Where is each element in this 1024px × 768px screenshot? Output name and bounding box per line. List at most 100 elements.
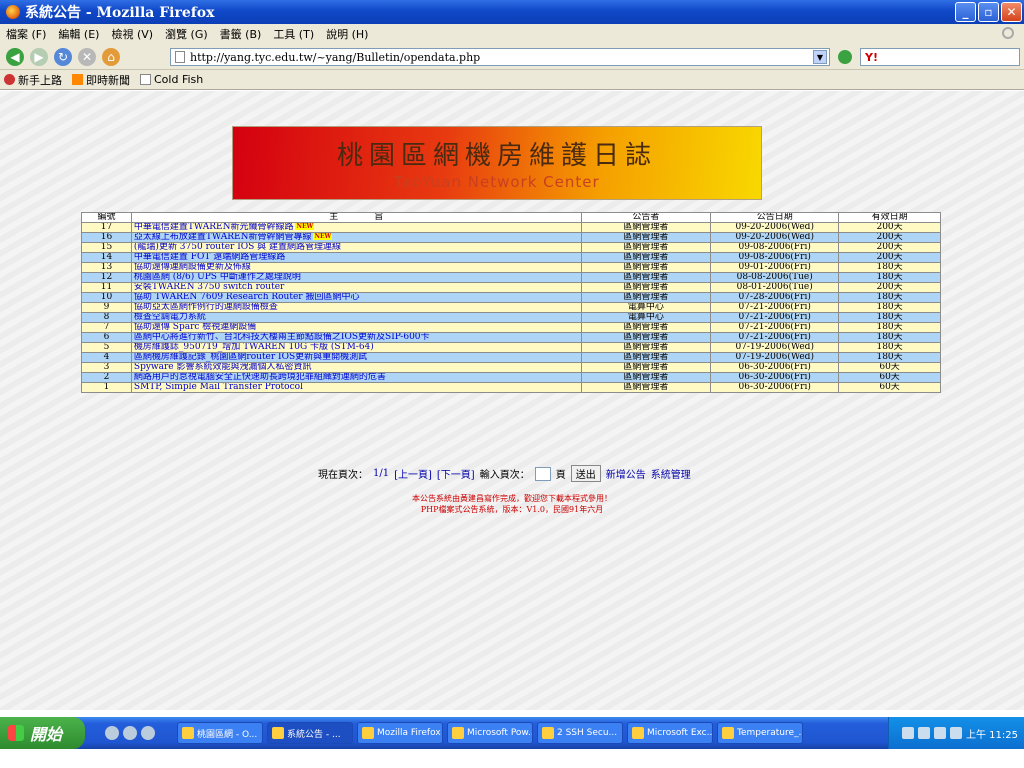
table-row: 3 Spyware 影響系統效能與洩漏個人私密資訊 區網管理者 06-30-2006(…	[81, 362, 941, 373]
row-number: 15	[81, 242, 132, 253]
row-author: 區網管理者	[580, 252, 712, 263]
search-box[interactable]: Y!	[860, 48, 1020, 66]
tray-keyboard-icon[interactable]	[902, 727, 914, 739]
row-valid: 200天	[838, 282, 941, 293]
next-page-link[interactable]: [下一頁]	[437, 466, 475, 481]
table-header-row: 編號 主 旨 公告者 公告日期 有效日期	[81, 212, 941, 223]
subject-link[interactable]: 協助遠傳連網設備更新及佈線	[134, 264, 251, 272]
task-app-icon	[362, 727, 374, 739]
row-number: 17	[81, 222, 132, 233]
admin-link[interactable]: 系統管理	[651, 466, 691, 481]
clock: 上午 11:25	[966, 729, 1018, 741]
row-valid: 60天	[838, 372, 941, 383]
start-button[interactable]: 開始	[0, 717, 85, 749]
menu-file[interactable]: 檔案 (F)	[6, 26, 46, 42]
back-icon[interactable]: ◀	[6, 47, 24, 66]
forward-icon[interactable]: ▶	[30, 47, 48, 66]
close-button[interactable]: ✕	[1001, 2, 1022, 22]
tray-help-icon[interactable]	[918, 727, 930, 739]
bookmark-cold-fish[interactable]: Cold Fish	[140, 73, 203, 86]
row-subject: 檢查空調電力系統	[130, 312, 582, 323]
stop-icon[interactable]: ✕	[78, 47, 96, 66]
maximize-button[interactable]: ▫	[978, 2, 999, 22]
header-date: 公告日期	[710, 212, 840, 223]
menu-tools[interactable]: 工具 (T)	[273, 26, 314, 42]
quick-launch-icon[interactable]	[123, 726, 137, 740]
row-author: 區網管理者	[580, 292, 712, 303]
row-subject: 中華電信建置 FOT 遠端網路管理線路	[130, 252, 582, 263]
row-subject: 協助亞太區網作例行的連網設備檢查	[130, 302, 582, 313]
table-row: 6 區網中心將進行新竹、台北科技大樓兩主節點設備之IOS更新及SIP-600卡 區網…	[81, 332, 941, 343]
subject-link[interactable]: 中華電信建置TWAREN新光纖骨幹線路	[134, 224, 294, 232]
tray-network-icon[interactable]	[934, 727, 946, 739]
menu-go[interactable]: 瀏覽 (G)	[165, 26, 208, 42]
taskbar-task-button[interactable]: Microsoft Exc...	[627, 722, 713, 744]
menu-bookmarks[interactable]: 書籤 (B)	[220, 26, 262, 42]
row-author: 區網管理者	[580, 282, 712, 293]
row-date: 07-19-2006(Wed)	[710, 342, 840, 353]
row-date: 07-21-2006(Fri)	[710, 302, 840, 313]
quick-launch-icon[interactable]	[141, 726, 155, 740]
minimize-button[interactable]: _	[955, 2, 976, 22]
quick-launch-icon[interactable]	[105, 726, 119, 740]
taskbar-task-button[interactable]: 2 SSH Secu...	[537, 722, 623, 744]
banner-subtitle: TaoYuan Network Center	[394, 173, 600, 191]
taskbar-task-button[interactable]: Mozilla Firefox	[357, 722, 443, 744]
row-author: 區網管理者	[580, 222, 712, 233]
menu-edit[interactable]: 編輯 (E)	[58, 26, 99, 42]
page-content: 桃園區網機房維護日誌 TaoYuan Network Center 編號 主 旨…	[0, 91, 1024, 710]
taskbar-task-button[interactable]: Temperature_...	[717, 722, 803, 744]
bookmarks-bar: 新手上路 即時新聞 Cold Fish	[0, 70, 1024, 90]
submit-button[interactable]: 送出	[570, 465, 601, 482]
table-row: 17 中華電信建置TWAREN新光纖骨幹線路 NEW 區網管理者 09-20-2006(…	[81, 222, 941, 233]
reload-icon[interactable]: ↻	[54, 47, 72, 66]
new-badge: NEW	[313, 233, 333, 240]
row-subject: 亞太線上布放建置TWAREN新骨幹網管專線 NEW	[130, 232, 582, 243]
menu-help[interactable]: 說明 (H)	[326, 26, 368, 42]
row-author: 區網管理者	[580, 362, 712, 373]
subject-link[interactable]: 亞太線上布放建置TWAREN新骨幹網管專線	[134, 234, 312, 242]
subject-link[interactable]: 協助 TWAREN 7609 Research Router 搬回區網中心	[134, 294, 360, 302]
row-number: 9	[81, 302, 132, 313]
subject-link[interactable]: (龍瑞)更新 3750 router IOS 與 建置網路管理連線	[134, 244, 341, 252]
subject-link[interactable]: 檢查空調電力系統	[134, 314, 206, 322]
subject-link[interactable]: Spyware 影響系統效能與洩漏個人私密資訊	[134, 364, 312, 372]
url-dropdown-icon[interactable]: ▼	[813, 50, 827, 64]
subject-link[interactable]: 安裝TWAREN 3750 switch router	[134, 284, 284, 292]
subject-link[interactable]: 機房維護誌_950719_增加 TWAREN 10G 卡版 (STM-64)	[134, 344, 374, 352]
url-bar[interactable]: http://yang.tyc.edu.tw/~yang/Bulletin/op…	[170, 48, 830, 66]
tray-security-icon[interactable]	[950, 727, 962, 739]
table-row: 15 (龍瑞)更新 3750 router IOS 與 建置網路管理連線 區網管理者…	[81, 242, 941, 253]
row-number: 3	[81, 362, 132, 373]
row-number: 2	[81, 372, 132, 383]
subject-link[interactable]: 網路用戶的怠視電腦安全正快速助長跨境犯罪組織對連網的危害	[134, 374, 386, 382]
subject-link[interactable]: SMTP, Simple Mail Transfer Protocol	[134, 384, 303, 392]
subject-link[interactable]: 協助遠傳 Sparc 檢視連網設備	[134, 324, 256, 332]
page-number-input[interactable]	[534, 466, 551, 481]
title-bar: 系統公告 - Mozilla Firefox _ ▫ ✕	[0, 0, 1024, 24]
row-valid: 200天	[838, 242, 941, 253]
subject-link[interactable]: 中華電信建置 FOT 遠端網路管理線路	[134, 254, 285, 262]
subject-link[interactable]: 區網機房維護記錄_桃園區網router IOS更新與重開機測試	[134, 354, 367, 362]
table-row: 11 安裝TWAREN 3750 switch router 區網管理者 08-01-…	[81, 282, 941, 293]
prev-page-link[interactable]: [上一頁]	[394, 466, 432, 481]
row-date: 07-28-2006(Fri)	[710, 292, 840, 303]
bookmark-icon	[4, 74, 15, 85]
page-icon	[140, 74, 151, 85]
bookmark-getting-started[interactable]: 新手上路	[4, 72, 62, 88]
row-subject: SMTP, Simple Mail Transfer Protocol	[130, 382, 582, 393]
subject-link[interactable]: 區網中心將進行新竹、台北科技大樓兩主節點設備之IOS更新及SIP-600卡	[134, 334, 430, 342]
menu-view[interactable]: 檢視 (V)	[111, 26, 153, 42]
home-icon[interactable]: ⌂	[102, 47, 120, 66]
row-subject: 中華電信建置TWAREN新光纖骨幹線路 NEW	[130, 222, 582, 233]
row-author: 區網管理者	[580, 342, 712, 353]
taskbar-task-button[interactable]: 桃園區網 - O...	[177, 722, 263, 744]
new-post-link[interactable]: 新增公告	[606, 466, 646, 481]
subject-link[interactable]: 桃園區網 (8/6) UPS 中斷運作之處理說明	[134, 274, 301, 282]
row-author: 電算中心	[580, 312, 712, 323]
taskbar-task-button[interactable]: 系統公告 - ...	[267, 722, 353, 744]
go-button[interactable]	[838, 50, 852, 64]
bookmark-latest-news[interactable]: 即時新聞	[72, 72, 130, 88]
subject-link[interactable]: 協助亞太區網作例行的連網設備檢查	[134, 304, 278, 312]
taskbar-task-button[interactable]: Microsoft Pow...	[447, 722, 533, 744]
